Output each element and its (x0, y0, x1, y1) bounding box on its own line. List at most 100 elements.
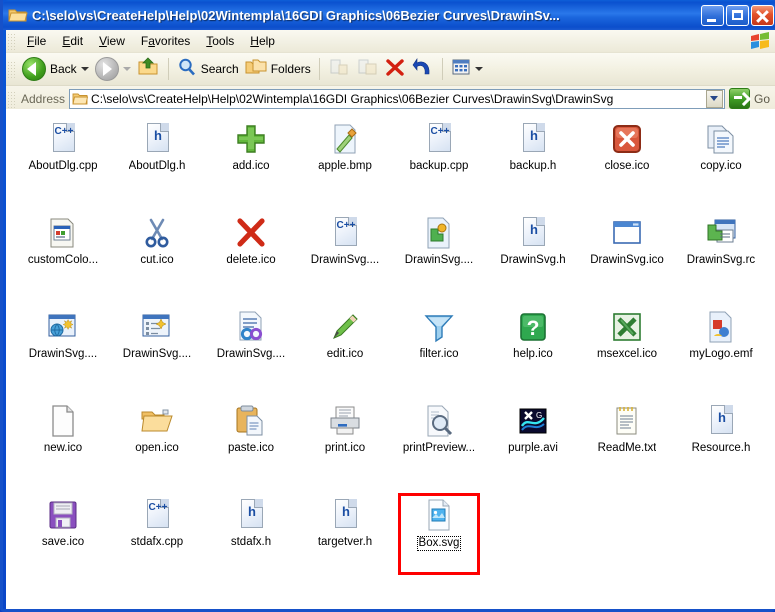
maximize-button[interactable] (726, 4, 749, 26)
forward-button[interactable] (92, 56, 134, 82)
address-input[interactable]: C:\selo\vs\CreateHelp\Help\02Wintempla\1… (69, 88, 725, 109)
copy-to-button (353, 56, 381, 82)
menu-item-tools[interactable]: Tools (198, 32, 242, 50)
file-item[interactable]: ReadMe.txt (580, 399, 674, 493)
file-item[interactable]: edit.ico (298, 305, 392, 399)
forward-dropdown-icon[interactable] (122, 67, 131, 71)
file-item[interactable]: open.ico (110, 399, 204, 493)
back-label: Back (50, 62, 77, 76)
file-item[interactable]: DrawinSvg.... (110, 305, 204, 399)
file-item[interactable]: h AboutDlg.h (110, 117, 204, 211)
file-item[interactable]: Box.svg (392, 493, 486, 587)
file-item[interactable]: h stdafx.h (204, 493, 298, 587)
views-button[interactable] (448, 56, 486, 82)
web-project-icon (46, 310, 80, 344)
folders-icon (245, 57, 267, 82)
print-preview-icon (422, 404, 456, 438)
file-item[interactable]: paste.ico (204, 399, 298, 493)
menu-item-view[interactable]: View (91, 32, 133, 50)
file-item[interactable]: save.ico (16, 493, 110, 587)
toolbar-separator-2 (318, 58, 320, 80)
go-arrow-icon (728, 88, 750, 109)
file-item[interactable]: new.ico (16, 399, 110, 493)
h-file-icon: h (328, 498, 362, 532)
folders-button[interactable]: Folders (242, 56, 314, 82)
views-icon (451, 58, 471, 81)
file-item[interactable]: printPreview... (392, 399, 486, 493)
address-dropdown-button[interactable] (705, 89, 723, 108)
file-item[interactable]: C++ backup.cpp (392, 117, 486, 211)
file-item[interactable]: Gpurple.avi (486, 399, 580, 493)
file-name-label: DrawinSvg.... (122, 348, 192, 360)
menu-item-help[interactable]: Help (242, 32, 283, 50)
file-name-label: delete.ico (226, 254, 276, 266)
avi-video-icon: G (516, 404, 550, 438)
close-button[interactable] (751, 4, 774, 26)
emf-image-icon (704, 310, 738, 344)
up-button[interactable] (134, 56, 163, 82)
toolbar-separator (167, 58, 169, 80)
go-button[interactable]: Go (725, 88, 775, 109)
menu-item-edit[interactable]: Edit (54, 32, 91, 50)
file-name-label: filter.ico (419, 348, 459, 360)
h-file-icon: h (516, 216, 550, 250)
minimize-button[interactable] (701, 4, 724, 26)
back-dropdown-icon[interactable] (80, 67, 89, 71)
resource-script-icon (704, 216, 738, 250)
infinity-doc-icon (234, 310, 268, 344)
file-item[interactable]: DrawinSvg.... (392, 211, 486, 305)
file-name-label: add.ico (232, 160, 270, 172)
menu-item-file[interactable]: File (19, 32, 54, 50)
address-grip[interactable] (8, 89, 16, 108)
folder-icon (8, 6, 28, 24)
back-arrow-icon (22, 57, 46, 81)
file-name-label: help.ico (513, 348, 553, 360)
file-item[interactable]: DrawinSvg.... (16, 305, 110, 399)
blank-window-icon (610, 216, 644, 250)
file-name-label: paste.ico (227, 442, 275, 454)
file-item[interactable]: close.ico (580, 117, 674, 211)
file-item[interactable]: C++ AboutDlg.cpp (16, 117, 110, 211)
delete-button[interactable] (381, 56, 409, 82)
cpp-file-icon: C++ (46, 122, 80, 156)
file-item[interactable]: myLogo.emf (674, 305, 768, 399)
toolbar-grip[interactable] (8, 60, 16, 78)
search-button[interactable]: Search (174, 56, 242, 82)
funnel-icon (422, 310, 456, 344)
go-label: Go (753, 91, 770, 106)
move-to-folder-icon (328, 57, 350, 82)
file-name-label: DrawinSvg.ico (590, 254, 664, 266)
menu-item-favorites[interactable]: Favorites (133, 32, 198, 50)
views-dropdown-icon[interactable] (474, 67, 483, 71)
file-item[interactable]: h Resource.h (674, 399, 768, 493)
file-item[interactable]: DrawinSvg.rc (674, 211, 768, 305)
file-name-label: new.ico (43, 442, 83, 454)
dialog-window-icon (46, 216, 80, 250)
file-item[interactable]: h backup.h (486, 117, 580, 211)
file-item[interactable]: filter.ico (392, 305, 486, 399)
file-item[interactable]: C++ stdafx.cpp (110, 493, 204, 587)
file-item[interactable]: ? help.ico (486, 305, 580, 399)
file-item[interactable]: customColo... (16, 211, 110, 305)
file-item[interactable]: DrawinSvg.ico (580, 211, 674, 305)
file-item[interactable]: delete.ico (204, 211, 298, 305)
file-item[interactable]: DrawinSvg.... (204, 305, 298, 399)
file-name-label: edit.ico (326, 348, 364, 360)
up-folder-icon (137, 56, 160, 83)
file-item[interactable]: apple.bmp (298, 117, 392, 211)
file-item[interactable]: print.ico (298, 399, 392, 493)
file-item[interactable]: h DrawinSvg.h (486, 211, 580, 305)
file-item[interactable]: h targetver.h (298, 493, 392, 587)
back-button[interactable]: Back (19, 56, 92, 82)
file-item[interactable]: msexcel.ico (580, 305, 674, 399)
file-item[interactable]: cut.ico (110, 211, 204, 305)
file-item[interactable]: add.ico (204, 117, 298, 211)
file-name-label: targetver.h (317, 536, 373, 548)
printer-icon (328, 404, 362, 438)
file-item[interactable]: C++ DrawinSvg.... (298, 211, 392, 305)
menu-grip[interactable] (8, 32, 16, 50)
file-item[interactable]: copy.ico (674, 117, 768, 211)
undo-button[interactable] (409, 56, 437, 82)
file-list-pane[interactable]: C++ AboutDlg.cpp h AboutDlg.h add.ico apple… (6, 109, 775, 609)
title-bar: C:\selo\vs\CreateHelp\Help\02Wintempla\1… (3, 0, 775, 30)
